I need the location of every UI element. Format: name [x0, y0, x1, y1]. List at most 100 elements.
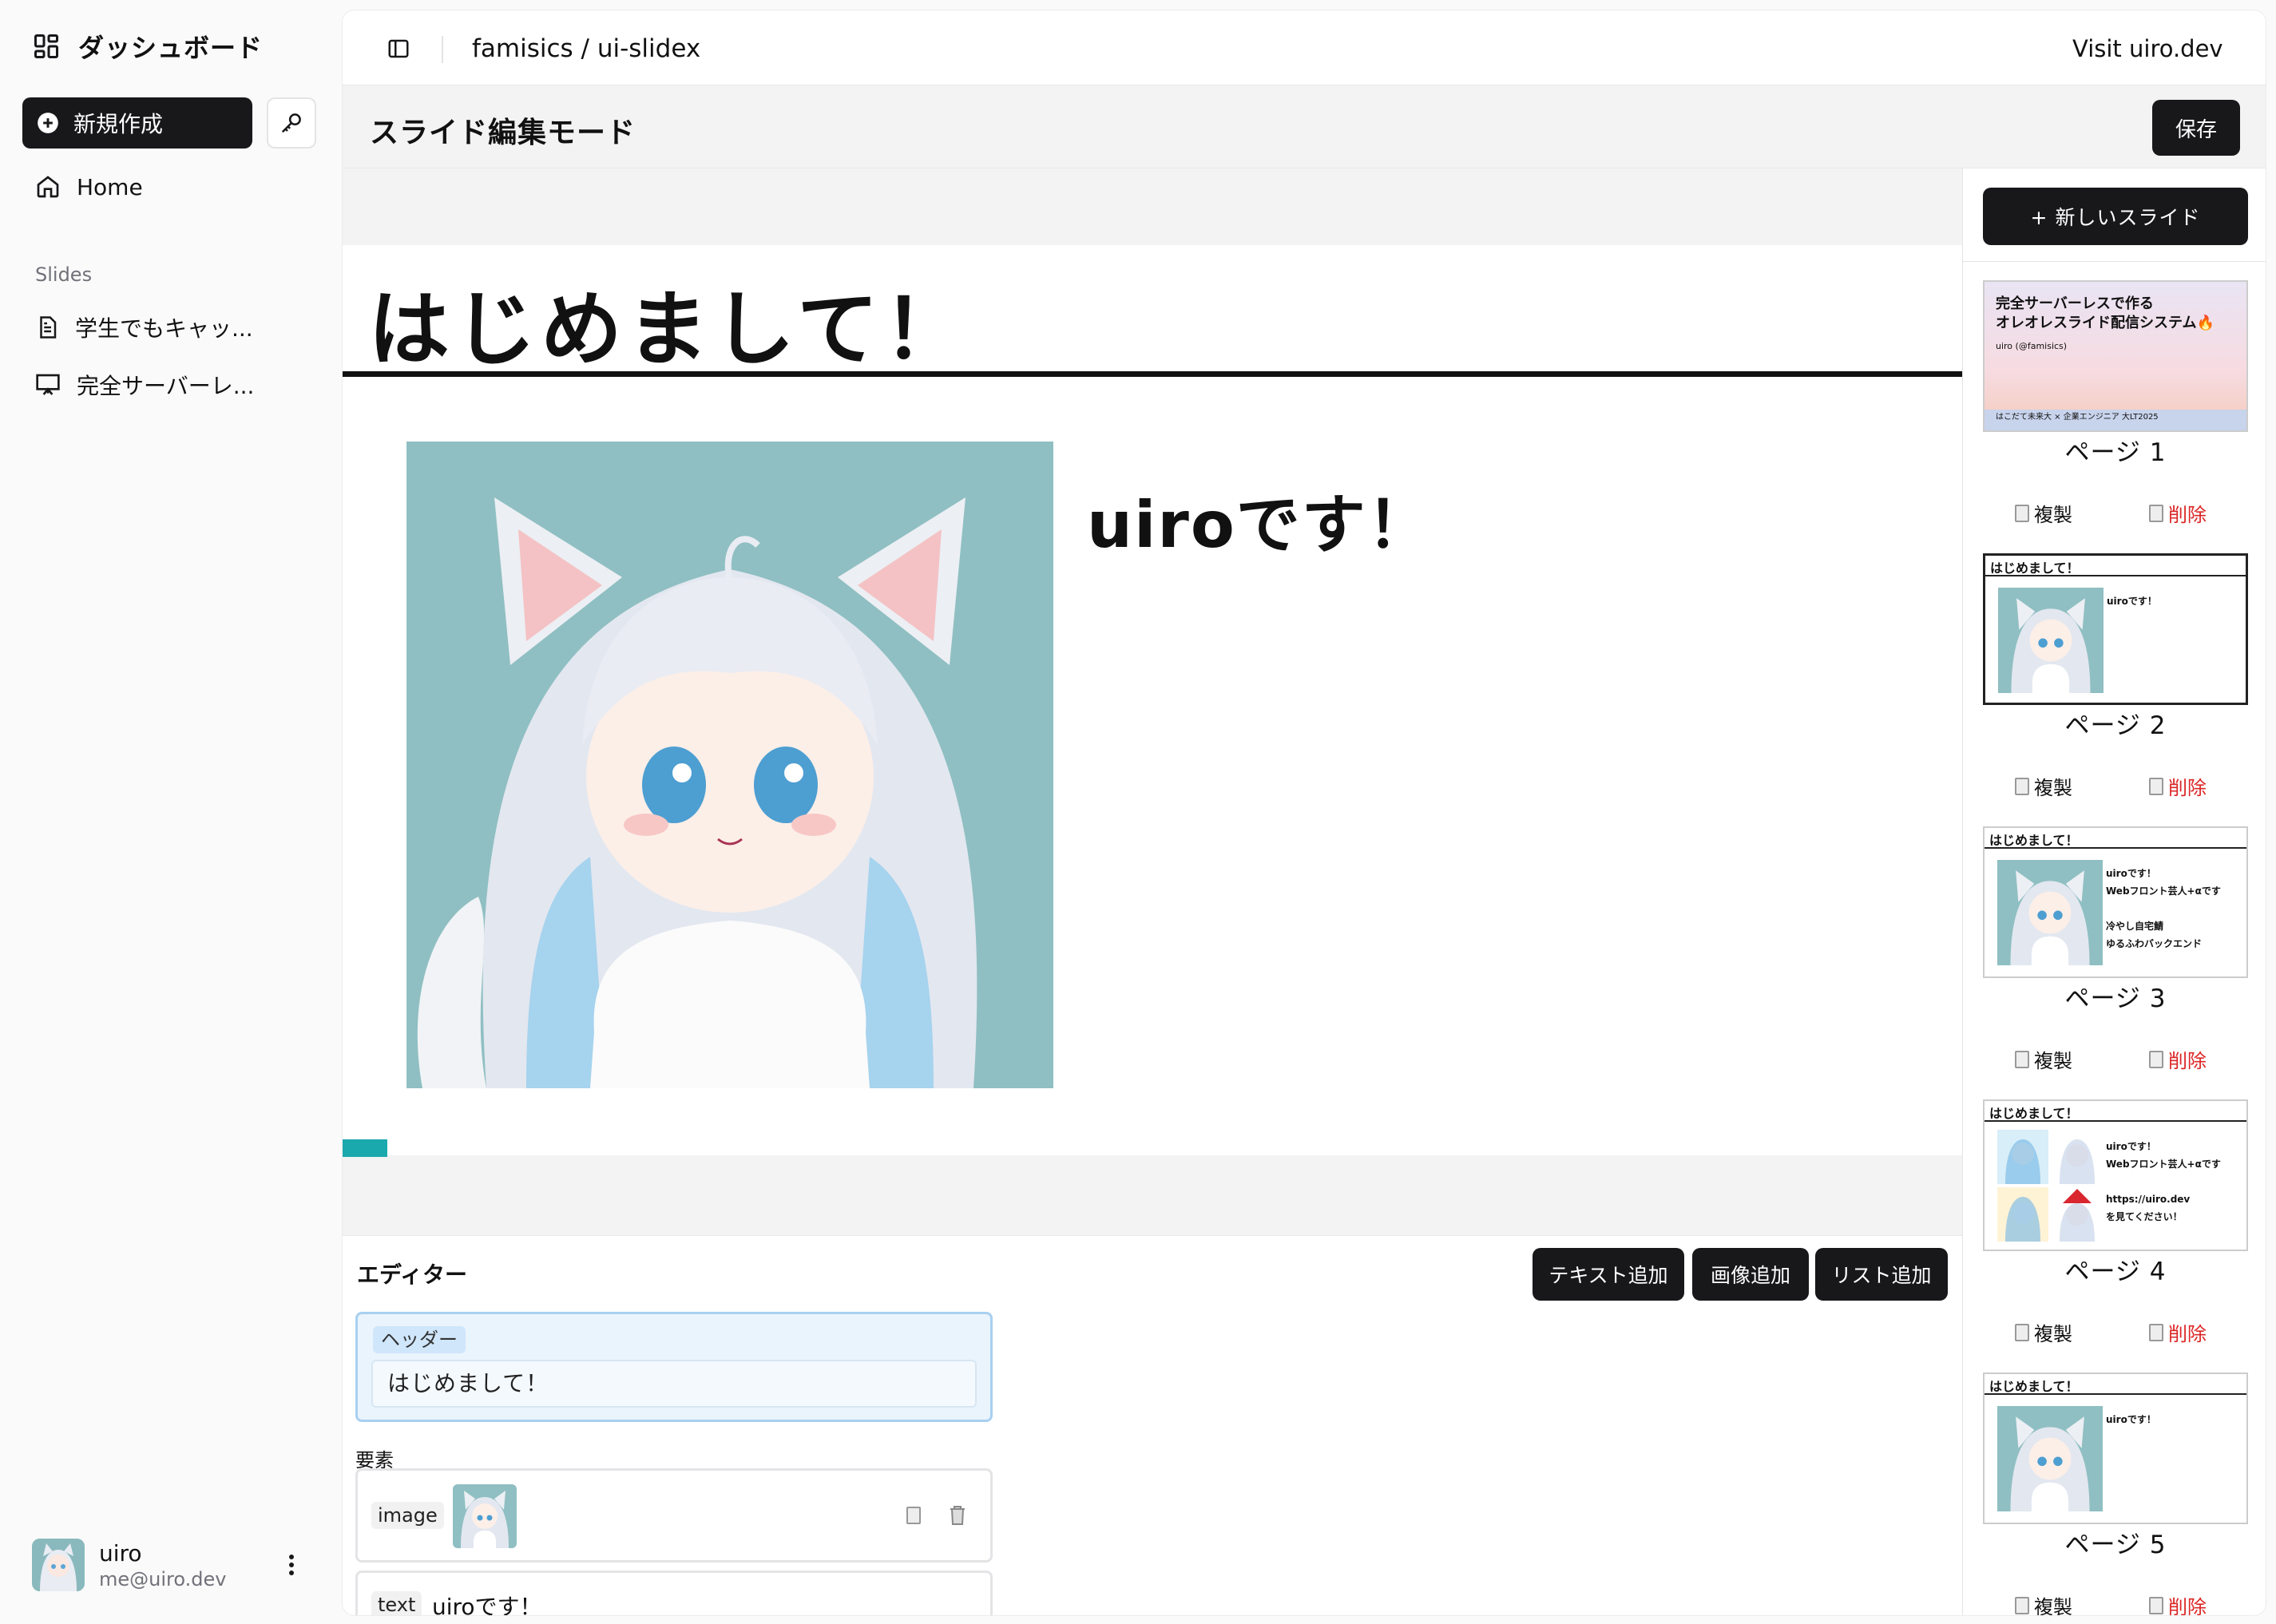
- new-create-button[interactable]: 新規作成: [22, 97, 252, 149]
- thumb-grid-image: [1997, 1187, 2048, 1242]
- thumb-header: はじめまして！: [1989, 1379, 2079, 1394]
- dashboard-grid-icon: [32, 32, 61, 61]
- thumb-rule: [1985, 847, 2246, 849]
- element-image-thumbnail: [453, 1484, 517, 1548]
- thumb-image: [1997, 860, 2103, 965]
- thumb-rule: [1985, 575, 2246, 576]
- panel-left-icon: [387, 37, 410, 61]
- trash-icon: [2149, 504, 2163, 522]
- slide-thumbnail[interactable]: はじめまして！ uiroです！: [1983, 1372, 2248, 1524]
- delete-button[interactable]: 削除: [2149, 1591, 2207, 1615]
- slide-text: uiroです！: [1087, 488, 1433, 562]
- delete-button[interactable]: 削除: [2149, 1045, 2207, 1073]
- copy-button[interactable]: 複製: [2015, 1045, 2072, 1073]
- add-text-button[interactable]: テキスト追加: [1533, 1248, 1684, 1301]
- page-title: スライド編集モード: [370, 117, 636, 149]
- element-type-tag: image: [371, 1502, 444, 1529]
- element-card-image[interactable]: [355, 1468, 993, 1563]
- new-create-label: 新規作成: [73, 111, 164, 137]
- element-text-value[interactable]: uiroです！: [432, 1590, 542, 1615]
- delete-button[interactable]: 削除: [2149, 1318, 2207, 1346]
- thumb-text: uiroです！: [2106, 1141, 2156, 1152]
- element-type-tag: text: [371, 1591, 422, 1615]
- thumb-text: uiroです！: [2107, 596, 2157, 607]
- trash-icon: [2149, 1323, 2163, 1341]
- delete-button[interactable]: 削除: [2149, 772, 2207, 800]
- trash-icon: [2149, 1050, 2163, 1068]
- copy-label: 複製: [2034, 1596, 2072, 1616]
- user-account[interactable]: uiro me@uiro.dev: [32, 1536, 319, 1594]
- thumb-image: [1998, 588, 2104, 693]
- sidebar-item-label: Home: [77, 173, 143, 200]
- thumb-text: https://uiro.dev: [2106, 1194, 2191, 1205]
- delete-label: 削除: [2168, 504, 2207, 526]
- brand[interactable]: ダッシュボード: [32, 29, 263, 64]
- sidebar: [0, 0, 342, 1624]
- page-label: ページ 2: [2064, 711, 2167, 740]
- sidebar-item-slide[interactable]: 学生でもキャッ...: [35, 311, 253, 343]
- trash-icon: [2149, 1596, 2163, 1614]
- copy-icon: [2015, 1596, 2029, 1614]
- copy-button[interactable]: 複製: [2015, 1318, 2072, 1346]
- copy-button[interactable]: 複製: [2015, 499, 2072, 527]
- slide-header: はじめまして！: [368, 283, 969, 378]
- divider: [442, 36, 443, 63]
- user-menu-button[interactable]: [280, 1549, 303, 1581]
- thumb-title: オレオレスライド配信システム🔥: [1996, 315, 2215, 331]
- sidebar-toggle-button[interactable]: [383, 33, 414, 65]
- thumb-text: Webフロント芸人+αです: [2106, 885, 2221, 897]
- home-icon: [35, 174, 61, 200]
- thumb-text: uiroです！: [2106, 1414, 2156, 1425]
- thumb-grid-image: [2052, 1130, 2103, 1184]
- copy-button[interactable]: 複製: [2015, 1591, 2072, 1616]
- visit-link[interactable]: Visit uiro.dev: [2072, 31, 2223, 66]
- key-icon: [280, 111, 303, 135]
- thumb-image-grid: [1997, 1130, 2103, 1242]
- sidebar-item-home[interactable]: Home: [35, 171, 143, 203]
- copy-label: 複製: [2034, 1050, 2072, 1072]
- delete-label: 削除: [2168, 1323, 2207, 1345]
- copy-button[interactable]: 複製: [2015, 772, 2072, 800]
- slide-progress-bar: [343, 1139, 387, 1157]
- header-tag: ヘッダー: [373, 1326, 466, 1353]
- new-slide-button[interactable]: + 新しいスライド: [1983, 188, 2248, 245]
- slide-thumbnail[interactable]: 完全サーバーレスで作る オレオレスライド配信システム🔥 uiro (@famis…: [1983, 280, 2248, 432]
- trash-icon[interactable]: [948, 1505, 967, 1526]
- thumb-header: はじめまして！: [1989, 833, 2079, 848]
- thumb-image: [1997, 1406, 2103, 1511]
- header-input[interactable]: はじめまして！: [371, 1360, 977, 1408]
- page-label: ページ 1: [2064, 438, 2167, 467]
- sidebar-item-label: 完全サーバーレ...: [77, 373, 255, 399]
- page-label: ページ 4: [2064, 1258, 2167, 1286]
- slides-heading: Slides: [35, 263, 93, 286]
- copy-icon[interactable]: [906, 1507, 921, 1524]
- document-icon: [35, 315, 59, 340]
- save-button[interactable]: 保存: [2152, 100, 2240, 156]
- thumb-title: 完全サーバーレスで作る: [1996, 295, 2154, 312]
- add-image-button[interactable]: 画像追加: [1692, 1248, 1809, 1301]
- thumb-rule: [1985, 1393, 2246, 1395]
- avatar: [32, 1539, 85, 1591]
- thumb-grid-image: [2052, 1187, 2103, 1242]
- sidebar-item-label: 学生でもキャッ...: [75, 315, 253, 342]
- user-name: uiro: [99, 1539, 142, 1567]
- divider: [1962, 261, 2266, 262]
- copy-label: 複製: [2034, 777, 2072, 799]
- delete-label: 削除: [2168, 1050, 2207, 1072]
- thumb-footer: はこだて未来大 × 企業エンジニア 大LT2025: [1996, 413, 2159, 422]
- page-label: ページ 3: [2064, 984, 2167, 1013]
- key-button[interactable]: [267, 97, 316, 149]
- thumb-text: を見てください！: [2106, 1211, 2183, 1222]
- slide-thumbnail[interactable]: はじめまして！ uiroです！ Webフロント芸人+αです 冷やし自宅鯖 ゆるふ…: [1983, 826, 2248, 978]
- sidebar-item-slide[interactable]: 完全サーバーレ...: [35, 369, 254, 401]
- copy-icon: [2015, 504, 2029, 522]
- thumb-text: Webフロント芸人+αです: [2106, 1159, 2221, 1170]
- page-label: ページ 5: [2064, 1531, 2167, 1559]
- add-list-button[interactable]: リスト追加: [1815, 1248, 1948, 1301]
- slide-thumbnail[interactable]: はじめまして！ uiroです！: [1983, 553, 2248, 705]
- thumb-grid-image: [1997, 1130, 2048, 1184]
- slide-thumbnail[interactable]: はじめまして！ uiroです！ Webフロント芸人+αです https://ui…: [1983, 1099, 2248, 1251]
- main-panel: famisics / ui-slidex Visit uiro.dev スライド…: [342, 10, 2266, 1616]
- thumb-header: はじめまして！: [1989, 1106, 2079, 1121]
- delete-button[interactable]: 削除: [2149, 499, 2207, 527]
